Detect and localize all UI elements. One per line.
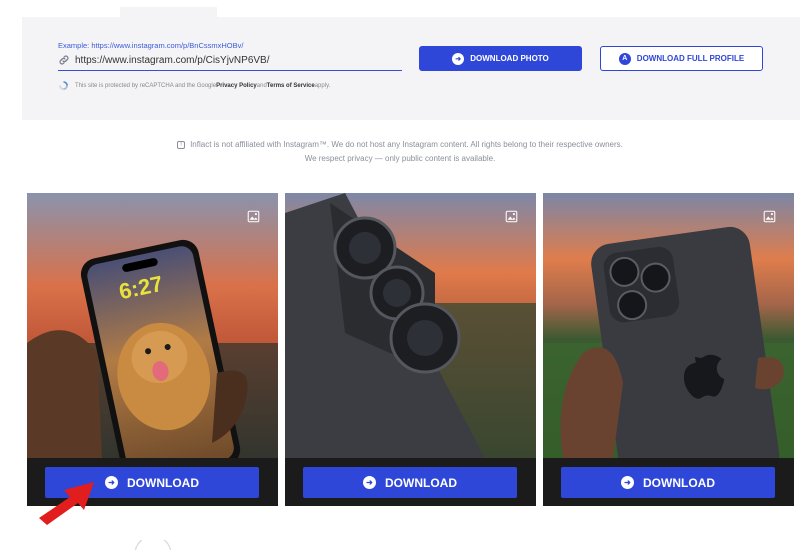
recaptcha-prefix: This site is protected by reCAPTCHA and … [75,82,217,89]
top-tab[interactable] [120,7,217,17]
card-download-button[interactable]: ➜ DOWNLOAD [561,467,775,498]
privacy-policy-link[interactable]: Privacy Policy [216,83,257,89]
red-arrow-annotation [39,482,94,525]
recaptcha-notice: This site is protected by reCAPTCHA and … [58,80,330,91]
recaptcha-icon [59,81,68,90]
affiliation-text: Inflact is not affiliated with Instagram… [190,140,623,149]
page: Example: https://www.instagram.com/p/BnC… [0,0,800,550]
image-icon [505,210,518,223]
url-input[interactable] [75,54,395,66]
card-download-button[interactable]: ➜ DOWNLOAD [303,467,517,498]
loading-spinner-icon [134,540,172,550]
photo-camera-closeup[interactable] [285,193,536,458]
terms-of-service-link[interactable]: Terms of Service [267,83,315,89]
photo-phone-dog[interactable] [27,193,278,458]
download-full-profile-label: DOWNLOAD FULL PROFILE [636,54,745,63]
recaptcha-and: and [256,82,267,89]
affiliation-notice: ! Inflact is not affiliated with Instagr… [0,140,800,149]
image-icon [247,210,260,223]
media-card: 6:27 ➜ DOWNLOAD [27,193,278,506]
info-icon: ! [177,140,186,149]
download-photo-button[interactable]: ➜ DOWNLOAD PHOTO [419,46,582,71]
media-card: ➜ DOWNLOAD [543,193,794,506]
url-field[interactable] [58,50,402,71]
card-download-label: DOWNLOAD [127,475,199,490]
a-circle-icon: A [618,52,631,65]
recaptcha-apply: apply. [314,82,331,89]
photo-phone-back[interactable] [543,193,794,458]
example-url-hint: Example: https://www.instagram.com/p/BnC… [58,41,244,50]
media-card: ➜ DOWNLOAD [285,193,536,506]
arrow-right-circle-icon: ➜ [452,52,465,65]
link-icon [58,54,70,66]
image-icon [763,210,776,223]
arrow-right-circle-icon: ➜ [621,476,634,489]
privacy-notice: We respect privacy — only public content… [304,154,496,163]
card-download-label: DOWNLOAD [643,475,715,490]
download-full-profile-button[interactable]: A DOWNLOAD FULL PROFILE [600,46,763,71]
card-download-label: DOWNLOAD [385,475,457,490]
arrow-right-circle-icon: ➜ [363,476,376,489]
download-photo-label: DOWNLOAD PHOTO [470,54,549,63]
arrow-right-circle-icon: ➜ [105,476,118,489]
